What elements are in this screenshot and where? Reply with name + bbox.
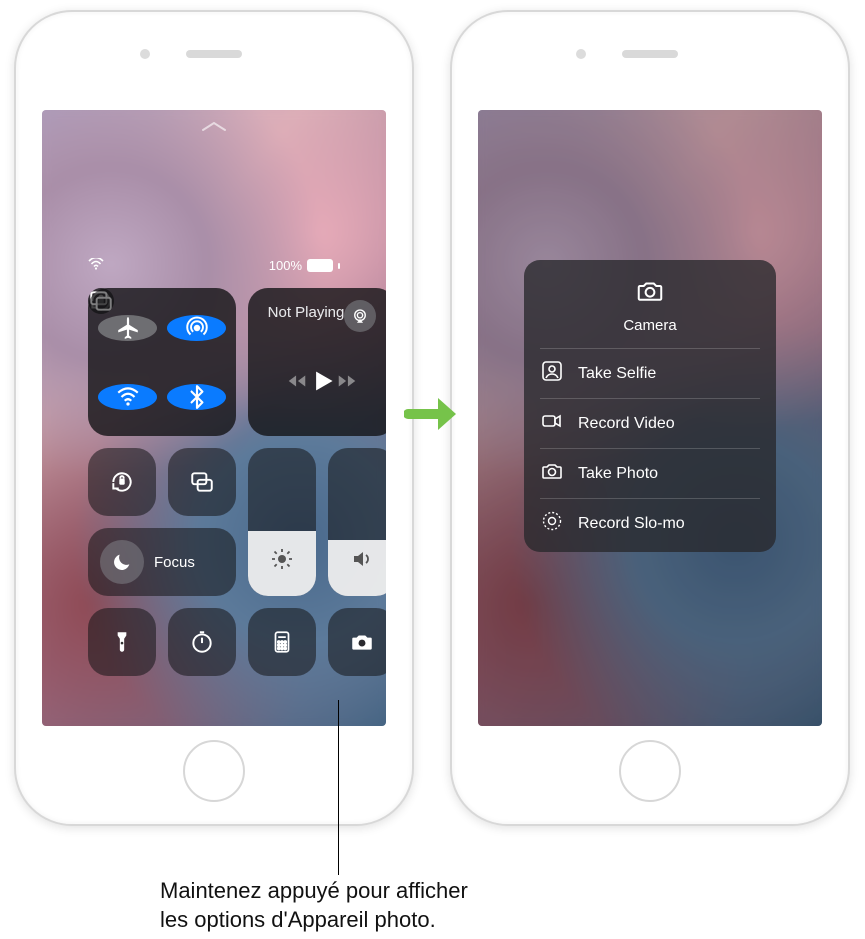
brightness-icon <box>270 547 294 576</box>
callout-leader-line <box>338 700 339 875</box>
wifi-status-icon <box>88 258 104 273</box>
media-status-label: Not Playing <box>268 304 345 321</box>
menu-item-label: Record Slo-mo <box>578 515 685 533</box>
media-panel[interactable]: Not Playing <box>248 288 386 436</box>
bluetooth-toggle[interactable] <box>167 384 226 410</box>
video-icon <box>540 409 564 438</box>
status-bar: 100% <box>88 258 340 273</box>
device-frame-left: 100% <box>14 10 414 826</box>
wifi-toggle[interactable] <box>98 384 157 410</box>
callout-line-2: les options d'Appareil photo. <box>160 907 436 932</box>
previous-track-button[interactable] <box>286 370 308 397</box>
battery-icon <box>307 259 333 272</box>
front-camera-dot <box>140 49 150 59</box>
speaker-grill <box>622 50 678 58</box>
camera-icon <box>635 276 665 311</box>
battery-percentage: 100% <box>269 258 302 273</box>
focus-button[interactable]: Focus <box>88 528 236 596</box>
screen-left: 100% <box>42 110 386 726</box>
airdrop-toggle[interactable] <box>167 315 226 341</box>
control-center-grid-real: Not Playing <box>88 288 340 608</box>
home-button[interactable] <box>619 740 681 802</box>
camera-button[interactable] <box>328 608 386 676</box>
photo-icon <box>540 459 564 488</box>
volume-icon <box>350 547 374 576</box>
camera-menu-record-slomo[interactable]: Record Slo-mo <box>540 498 760 548</box>
camera-menu-header[interactable]: Camera <box>524 276 776 348</box>
camera-menu-take-photo[interactable]: Take Photo <box>540 448 760 498</box>
play-button[interactable] <box>308 367 336 400</box>
callout-text: Maintenez appuyé pour afficher les optio… <box>160 876 720 934</box>
screen-right: Camera Take Selfie Record Video <box>478 110 822 726</box>
menu-item-label: Take Photo <box>578 465 658 483</box>
focus-label: Focus <box>154 554 195 571</box>
control-center-chevron[interactable] <box>200 120 228 134</box>
next-track-button[interactable] <box>336 370 358 397</box>
slomo-icon <box>540 509 564 538</box>
camera-menu-record-video[interactable]: Record Video <box>540 398 760 448</box>
home-button[interactable] <box>183 740 245 802</box>
volume-slider[interactable] <box>328 448 386 596</box>
camera-context-menu: Camera Take Selfie Record Video <box>524 260 776 552</box>
brightness-slider[interactable] <box>248 448 316 596</box>
connectivity-panel <box>88 288 236 436</box>
flashlight-button[interactable] <box>88 608 156 676</box>
camera-menu-take-selfie[interactable]: Take Selfie <box>540 348 760 398</box>
screen-mirroring-button[interactable] <box>168 448 236 516</box>
moon-icon <box>100 540 144 584</box>
camera-menu-title: Camera <box>623 317 676 334</box>
transition-arrow <box>404 392 460 436</box>
selfie-icon <box>540 359 564 388</box>
airplane-mode-toggle[interactable] <box>98 315 157 341</box>
menu-item-label: Record Video <box>578 415 675 433</box>
callout-line-1: Maintenez appuyé pour afficher <box>160 878 468 903</box>
speaker-grill <box>186 50 242 58</box>
battery-cap <box>338 263 340 269</box>
timer-button[interactable] <box>168 608 236 676</box>
menu-item-label: Take Selfie <box>578 365 656 383</box>
airplay-button[interactable] <box>344 300 376 332</box>
front-camera-dot <box>576 49 586 59</box>
orientation-lock-button[interactable] <box>88 448 156 516</box>
calculator-button[interactable] <box>248 608 316 676</box>
device-frame-right: Camera Take Selfie Record Video <box>450 10 850 826</box>
